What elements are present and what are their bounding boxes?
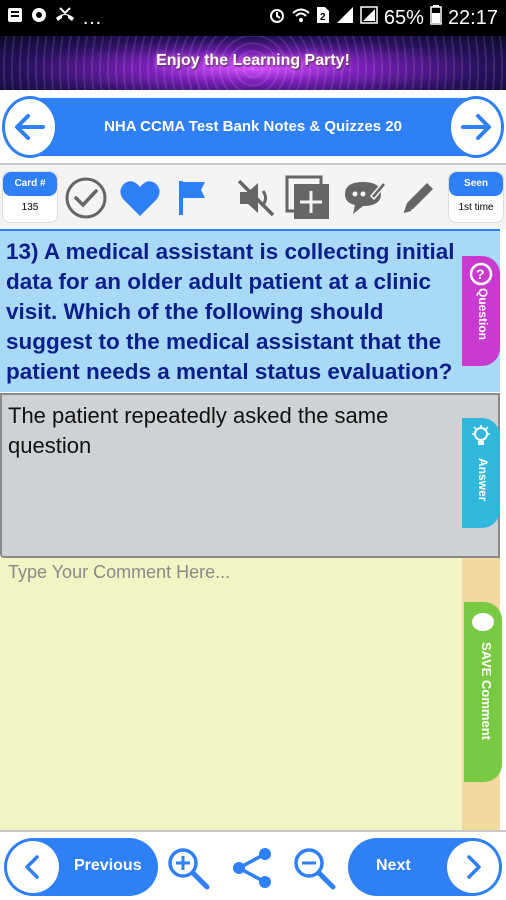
check-circle-icon	[65, 177, 107, 219]
svg-text:2: 2	[320, 12, 326, 23]
previous-button[interactable]: Previous	[4, 838, 158, 896]
settings-icon	[30, 6, 48, 30]
chevron-left-icon	[25, 855, 39, 879]
arrow-right-icon	[461, 114, 491, 140]
question-text: 13) A medical assistant is collecting in…	[6, 239, 455, 384]
save-comment-label: SAVE Comment	[479, 642, 494, 740]
card-number: 135	[21, 202, 39, 213]
add-card-icon	[285, 175, 329, 219]
promo-banner[interactable]: Enjoy the Learning Party!	[0, 36, 506, 90]
next-label: Next	[376, 857, 411, 874]
sim-icon: 2	[316, 6, 330, 30]
notification-icon	[6, 6, 24, 30]
zoom-out-icon	[294, 848, 336, 890]
wifi-icon	[292, 6, 310, 30]
next-button[interactable]: Next	[348, 838, 502, 896]
question-tab-label: Question	[476, 288, 490, 341]
favorite-button[interactable]	[116, 174, 164, 222]
zoom-in-button[interactable]	[164, 844, 212, 892]
comment-input[interactable]	[8, 562, 456, 824]
next-set-button[interactable]	[448, 96, 504, 158]
seen-value: 1st time	[458, 202, 494, 213]
add-card-button[interactable]	[284, 174, 332, 222]
previous-label: Previous	[74, 857, 142, 874]
pencil-icon	[403, 183, 433, 213]
question-card[interactable]: 13) A medical assistant is collecting in…	[0, 229, 500, 392]
chat-edit-icon	[345, 180, 387, 214]
title-bar: NHA CCMA Test Bank Notes & Quizzes 20	[0, 92, 506, 162]
clock: 22:17	[447, 6, 498, 29]
chevron-right-icon	[467, 855, 481, 879]
more-icon: …	[82, 7, 102, 29]
svg-text:?: ?	[476, 266, 485, 282]
mute-icon	[237, 179, 275, 217]
zoom-in-icon	[168, 848, 210, 890]
answer-tab[interactable]: Answer	[462, 418, 500, 528]
next-circle	[447, 841, 499, 893]
save-comment-button[interactable]: SAVE Comment	[464, 602, 502, 782]
status-bar-left: …	[6, 6, 102, 30]
alarm-icon	[268, 6, 286, 30]
answer-text: The patient repeatedly asked the same qu…	[8, 403, 389, 458]
battery-percent: 65%	[383, 6, 424, 29]
flag-button[interactable]	[168, 174, 216, 222]
question-tab[interactable]: ? Question	[462, 256, 500, 366]
card-toolbar: Card # 135 Seen 1st time	[0, 163, 506, 229]
question-icon: ?	[469, 262, 493, 286]
prev-set-button[interactable]	[2, 96, 58, 158]
status-bar-right: 2 65% 22:17	[268, 5, 498, 31]
signal-icon	[336, 6, 354, 30]
share-icon	[233, 848, 271, 888]
status-bar: … 2 65% 22:17	[0, 0, 506, 36]
card-label: Card #	[3, 172, 57, 196]
seen-badge: Seen 1st time	[448, 171, 504, 223]
save-icon	[472, 613, 494, 631]
mark-known-button[interactable]	[62, 174, 110, 222]
zoom-out-button[interactable]	[290, 844, 338, 892]
mute-button[interactable]	[232, 174, 280, 222]
previous-circle	[7, 841, 59, 893]
heart-icon	[120, 181, 160, 216]
share-button[interactable]	[228, 844, 276, 892]
signal-icon-2	[360, 6, 378, 30]
answer-tab-label: Answer	[476, 458, 490, 502]
bottom-nav: Previous Next	[0, 830, 506, 900]
edit-button[interactable]	[394, 174, 442, 222]
card-number-badge: Card # 135	[2, 171, 58, 223]
page-title: NHA CCMA Test Bank Notes & Quizzes 20	[104, 118, 402, 135]
banner-text: Enjoy the Learning Party!	[156, 52, 350, 69]
add-note-button[interactable]	[340, 174, 388, 222]
missed-call-icon	[54, 6, 76, 30]
flag-icon	[179, 181, 205, 215]
seen-label: Seen	[449, 172, 503, 196]
battery-icon	[430, 5, 442, 31]
lightbulb-icon	[472, 425, 490, 445]
comment-area	[0, 558, 462, 830]
answer-card[interactable]: The patient repeatedly asked the same qu…	[0, 393, 500, 558]
arrow-left-icon	[15, 114, 45, 140]
